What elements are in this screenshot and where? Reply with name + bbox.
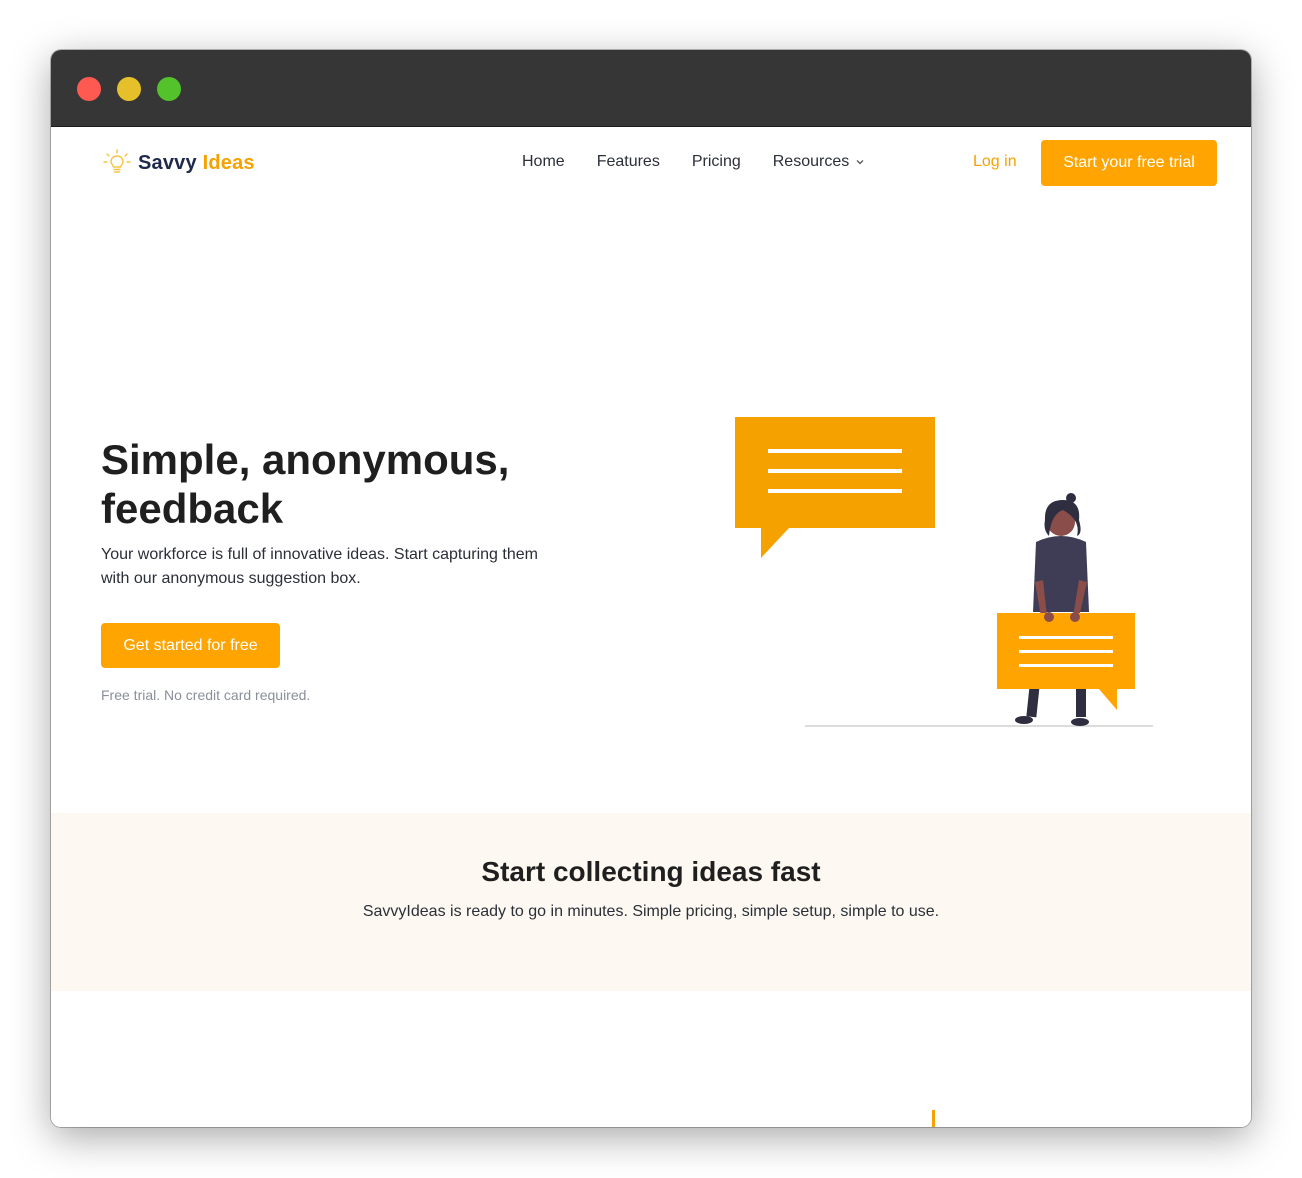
login-link[interactable]: Log in: [973, 153, 1017, 171]
site-logo[interactable]: Savvy Ideas: [102, 147, 255, 179]
band-title: Start collecting ideas fast: [481, 856, 821, 887]
browser-window: Savvy Ideas Home Features Pricing Resour…: [51, 50, 1251, 1127]
nav-resources-label: Resources: [772, 153, 850, 170]
minimize-window-button[interactable]: [117, 77, 141, 101]
zoom-window-button[interactable]: [157, 77, 181, 101]
close-window-button[interactable]: [77, 77, 101, 101]
chevron-down-icon: [856, 160, 864, 165]
nav-resources[interactable]: Resources: [773, 153, 865, 171]
speech-bubble-icon: [735, 417, 935, 558]
logo-text-ideas: Ideas: [202, 151, 255, 174]
hero-title: Simple, anonymous, feedback: [101, 436, 510, 532]
nav-features[interactable]: Features: [597, 153, 660, 171]
hero-subtitle: Your workforce is full of innovative ide…: [101, 546, 538, 587]
main-nav: Home Features Pricing Resources: [522, 153, 897, 171]
decorative-accent-line: [932, 1110, 935, 1127]
free-trial-note: Free trial. No credit card required.: [101, 687, 311, 703]
logo-text-savvy: Savvy: [138, 151, 197, 174]
hero-illustration: [735, 417, 1153, 727]
feature-band: Start collecting ideas fast SavvyIdeas i…: [51, 813, 1251, 991]
start-free-trial-button[interactable]: Start your free trial: [1041, 140, 1217, 186]
nav-pricing[interactable]: Pricing: [692, 153, 741, 171]
speech-bubble-sign-icon: [997, 612, 1135, 710]
lightbulb-icon: [103, 149, 131, 173]
get-started-button[interactable]: Get started for free: [101, 623, 280, 668]
window-titlebar: [51, 50, 1251, 127]
nav-home[interactable]: Home: [522, 153, 565, 171]
band-subtitle: SavvyIdeas is ready to go in minutes. Si…: [362, 903, 940, 920]
person-figure: [1015, 493, 1089, 726]
page-viewport: Savvy Ideas Home Features Pricing Resour…: [51, 127, 1251, 1127]
